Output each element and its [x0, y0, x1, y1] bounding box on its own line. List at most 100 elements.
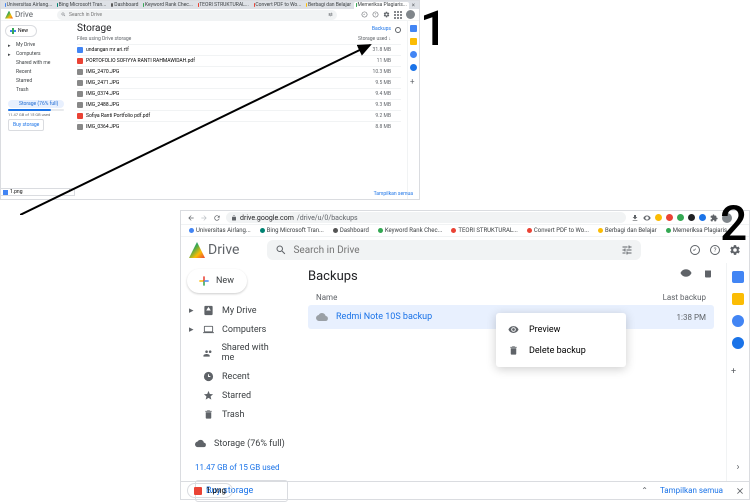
extension-icon[interactable] — [688, 214, 695, 221]
sidebar-item-computers[interactable]: ▸Computers — [187, 320, 290, 339]
sidebar-item-starred[interactable]: Starred — [187, 386, 290, 405]
column-name[interactable]: Name — [316, 293, 337, 302]
forward-button[interactable] — [200, 214, 208, 222]
sidebar-item-my-drive[interactable]: ▸My Drive — [187, 301, 290, 320]
backup-time: 1:38 PM — [677, 313, 706, 322]
file-row[interactable]: undangan mr ari.rtf31.8 MB — [77, 44, 401, 55]
bookmark-item[interactable]: Universitas Airlang... — [185, 226, 255, 235]
sidebar-item-computers[interactable]: ▸Computers — [5, 50, 67, 58]
bookmark-item[interactable]: Dashboard — [329, 226, 373, 235]
browser-tab[interactable]: Berbagi dan Belajar — [304, 2, 353, 9]
tune-icon[interactable] — [328, 12, 333, 17]
download-icon[interactable] — [631, 214, 639, 222]
file-row[interactable]: IMG_2470.JPG10.3 MB — [77, 66, 401, 77]
collapse-panel-icon[interactable]: › — [736, 462, 739, 473]
search-bar[interactable] — [57, 10, 337, 20]
sidebar-item-trash[interactable]: Trash — [187, 405, 290, 424]
column-storage-used[interactable]: Storage used ↓ — [358, 36, 391, 42]
backups-link[interactable]: Backups — [372, 26, 391, 32]
contacts-icon[interactable] — [732, 337, 744, 349]
ready-offline-icon[interactable] — [689, 244, 701, 256]
extension-icon[interactable] — [677, 214, 684, 221]
search-input[interactable] — [69, 12, 325, 18]
calendar-icon[interactable] — [410, 25, 417, 32]
new-button[interactable]: New — [187, 269, 247, 293]
tasks-icon[interactable] — [732, 315, 744, 327]
file-row[interactable]: PORTOFOLIO SOFIYYA RANTI RAHMAWIDAH.pdf1… — [77, 55, 401, 66]
sidebar-item-starred[interactable]: Starred — [5, 77, 67, 85]
search-bar[interactable] — [267, 240, 641, 260]
context-preview[interactable]: Preview — [496, 319, 626, 340]
view-details-icon[interactable] — [680, 267, 692, 279]
download-chip[interactable]: 1.png — [187, 483, 233, 498]
support-icon[interactable]: ? — [372, 11, 379, 18]
backup-icon — [316, 311, 328, 323]
bookmark-item[interactable]: Convert PDF to Wo... — [523, 226, 593, 235]
close-icon[interactable]: × — [410, 2, 417, 9]
extension-icon[interactable] — [699, 214, 706, 221]
column-last-backup[interactable]: Last backup — [663, 293, 706, 302]
sidebar-item-trash[interactable]: Trash — [5, 86, 67, 94]
drive-logo[interactable]: Drive — [5, 10, 33, 19]
trash-icon — [203, 409, 214, 420]
calendar-icon[interactable] — [732, 271, 744, 283]
keep-icon[interactable] — [410, 38, 417, 45]
annotation-number-1: 1 — [420, 0, 447, 57]
browser-tab[interactable]: TEORI STRUKTURAL... — [196, 2, 251, 9]
search-input[interactable] — [293, 245, 615, 256]
file-row[interactable]: IMG_0364.JPG8.8 MB — [77, 121, 401, 132]
browser-tab[interactable]: Keyword Rank Chec... — [141, 2, 194, 9]
tune-icon[interactable] — [621, 244, 633, 256]
sidebar-item-recent[interactable]: Recent — [5, 68, 67, 76]
info-icon[interactable] — [395, 27, 401, 33]
chevron-up-icon[interactable]: ⌃ — [68, 189, 72, 195]
bookmark-item[interactable]: Berbagi dan Belajar — [594, 226, 661, 235]
extensions-icon[interactable] — [710, 214, 718, 222]
account-avatar[interactable] — [406, 10, 415, 19]
ready-offline-icon[interactable] — [361, 11, 368, 18]
bookmark-item[interactable]: TEORI STRUKTURAL... — [447, 226, 522, 235]
file-row[interactable]: IMG_0374.JPG9.4 MB — [77, 88, 401, 99]
sidebar-item-storage[interactable]: Storage (76% full) — [8, 100, 64, 108]
bookmark-item[interactable]: Bing Microsoft Tran... — [256, 226, 328, 235]
back-button[interactable] — [187, 214, 195, 222]
file-row[interactable]: IMG_2488.JPG9.3 MB — [77, 99, 401, 110]
contacts-icon[interactable] — [410, 64, 417, 71]
eye-icon[interactable] — [643, 214, 651, 222]
chevron-up-icon[interactable]: ⌃ — [641, 486, 648, 495]
extension-icon[interactable] — [666, 214, 673, 221]
bookmark-item[interactable]: Keyword Rank Chec... — [374, 226, 447, 235]
settings-icon[interactable] — [383, 11, 390, 18]
browser-tab[interactable]: Convert PDF to Wo... — [252, 2, 303, 9]
sidebar-item-recent[interactable]: Recent — [187, 367, 290, 386]
close-icon[interactable] — [735, 486, 745, 496]
addons-plus-icon[interactable]: + — [731, 367, 745, 381]
show-all-link[interactable]: Tampilkan semua — [374, 191, 407, 197]
context-delete[interactable]: Delete backup — [496, 340, 626, 361]
download-bar[interactable]: 1.png ⌃ — [0, 188, 75, 196]
file-row[interactable]: Sofiya Ranti Portfolio pdf.pdf9.2 MB — [77, 110, 401, 121]
sidebar-item-shared[interactable]: Shared with me — [5, 59, 67, 67]
extension-icon[interactable] — [655, 214, 662, 221]
show-all-downloads[interactable]: Tampilkan semua — [652, 486, 731, 495]
new-button[interactable]: New — [5, 25, 37, 37]
buy-storage-button[interactable]: Buy storage — [8, 119, 44, 131]
drive-logo[interactable]: Drive — [189, 242, 239, 258]
delete-icon[interactable] — [702, 267, 714, 279]
browser-tab[interactable]: Universitas Airlang... — [3, 2, 54, 9]
addons-plus-icon[interactable]: + — [410, 77, 417, 86]
apps-icon[interactable] — [394, 11, 402, 19]
address-bar[interactable]: drive.google.com/drive/u/0/backups — [226, 212, 626, 223]
sidebar-item-storage[interactable]: Storage (76% full) — [195, 438, 288, 449]
sidebar-item-my-drive[interactable]: ▸My Drive — [5, 41, 67, 49]
browser-tab[interactable]: Dashboard — [109, 2, 140, 9]
file-row[interactable]: IMG_2471.JPG9.5 MB — [77, 77, 401, 88]
reload-button[interactable] — [213, 214, 221, 222]
tasks-icon[interactable] — [410, 51, 417, 58]
browser-tab[interactable]: Bing Microsoft Tran... — [55, 2, 108, 9]
keep-icon[interactable] — [732, 293, 744, 305]
sidebar-item-shared[interactable]: Shared with me — [187, 339, 290, 367]
expand-icon[interactable]: ▸ — [189, 306, 195, 316]
browser-tab-active[interactable]: Memeriksa Plagiaris... — [354, 2, 409, 9]
expand-icon[interactable]: ▸ — [189, 325, 195, 335]
